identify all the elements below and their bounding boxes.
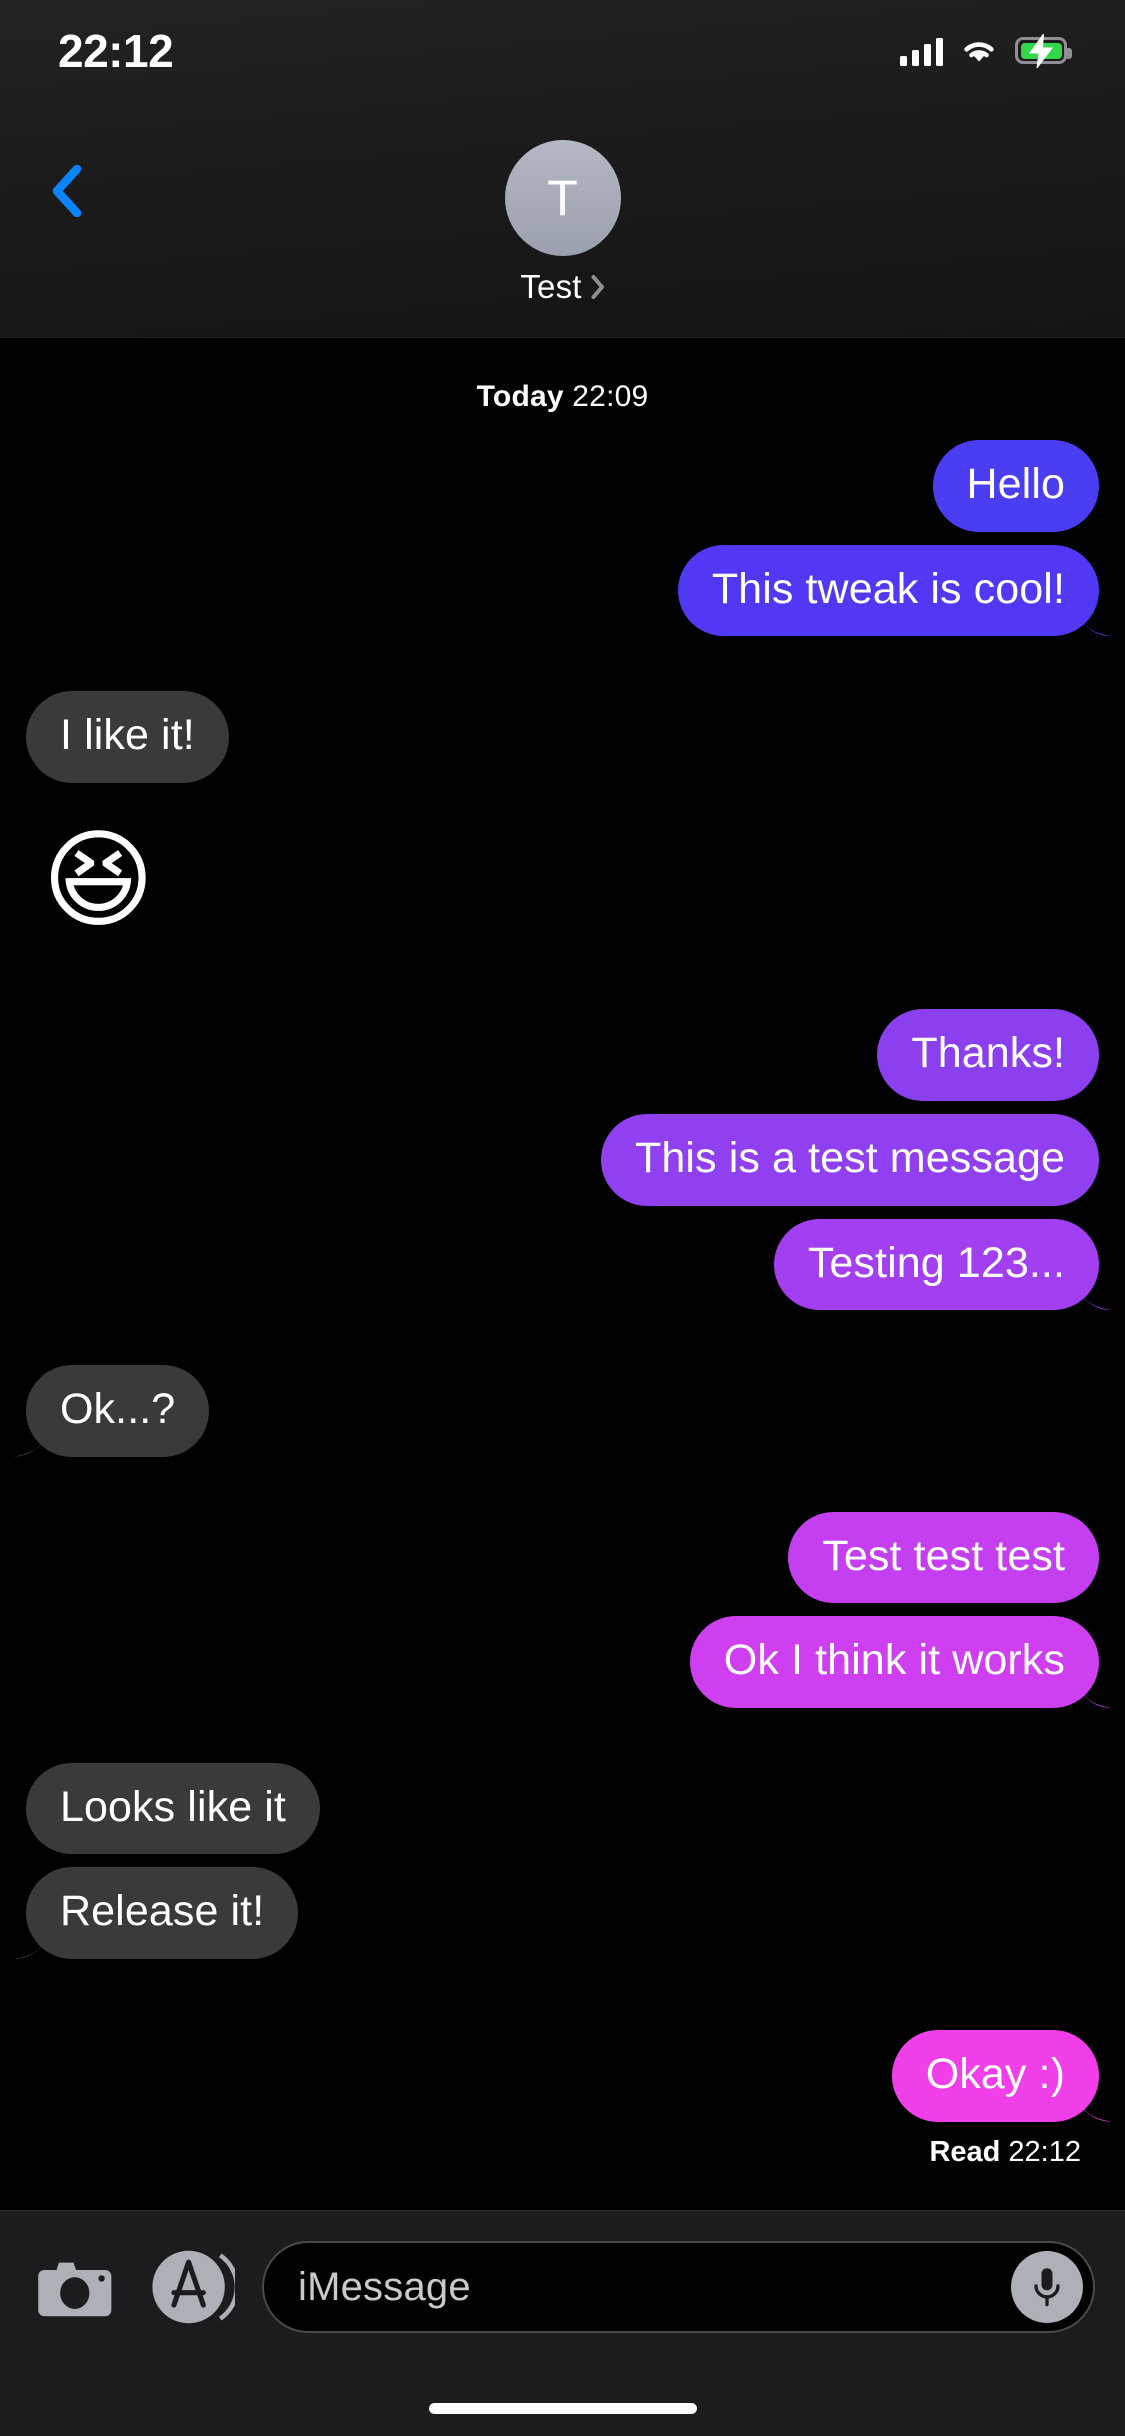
avatar-initial: T (547, 170, 578, 226)
status-indicators (899, 33, 1072, 68)
app-store-button[interactable] (146, 2241, 238, 2333)
day-label: Today (476, 380, 564, 413)
camera-button[interactable] (30, 2241, 122, 2333)
dictation-button[interactable] (1011, 2251, 1083, 2323)
emoji-message[interactable]: 😆 (42, 821, 155, 939)
message-row: I like it! (26, 691, 1099, 783)
message-row: Testing 123... (26, 1218, 1099, 1311)
status-time: 22:12 (58, 24, 174, 77)
cellular-bars-icon (899, 36, 943, 66)
read-receipt-label: Read (929, 2135, 1001, 2168)
message-row: Hello (26, 440, 1099, 532)
day-separator: Today 22:09 (26, 380, 1099, 414)
home-indicator (428, 2403, 697, 2414)
message-input-field[interactable]: iMessage (262, 2241, 1095, 2333)
message-bubble-sent[interactable]: Hello (932, 440, 1099, 532)
message-bubble-received[interactable]: Ok...? (26, 1365, 210, 1457)
chevron-right-icon (591, 275, 604, 299)
message-row: Ok...? (26, 1365, 1099, 1457)
wifi-icon (960, 37, 998, 65)
camera-icon (38, 2262, 112, 2317)
message-bubble-sent[interactable]: Ok I think it works (689, 1616, 1099, 1708)
message-bubble-received[interactable]: Release it! (26, 1867, 299, 1959)
message-row: This is a test message (26, 1113, 1099, 1206)
message-bubble-sent[interactable]: Thanks! (877, 1009, 1099, 1101)
contact-header[interactable]: T Test (0, 140, 1125, 306)
message-bubble-sent[interactable]: This tweak is cool! (677, 544, 1099, 637)
message-row: Test test test (26, 1511, 1099, 1604)
read-receipt: Read 22:12 (26, 2136, 1099, 2169)
message-bubble-sent[interactable]: Okay :) (891, 2029, 1099, 2122)
message-bubble-sent[interactable]: This is a test message (601, 1113, 1099, 1206)
app-store-icon (152, 2250, 235, 2324)
contact-name: Test (520, 268, 582, 305)
message-bubble-received[interactable]: I like it! (26, 691, 229, 783)
message-row: 😆 (26, 821, 1099, 939)
message-input-placeholder: iMessage (298, 2264, 471, 2309)
contact-name-row[interactable]: Test (520, 268, 604, 306)
avatar: T (504, 140, 621, 256)
battery-charging-icon (1015, 33, 1072, 68)
message-row: Release it! (26, 1867, 1099, 1959)
message-row: Looks like it (26, 1762, 1099, 1855)
message-bubble-received[interactable]: Looks like it (26, 1762, 320, 1855)
message-row: Thanks! (26, 1009, 1099, 1101)
message-row: Ok I think it works (26, 1616, 1099, 1708)
day-time: 22:09 (572, 380, 649, 413)
conversation-scroll[interactable]: Today 22:09 Hello This tweak is cool! I … (0, 338, 1125, 2210)
status-bar: 22:12 (0, 0, 1125, 95)
microphone-icon (1034, 2268, 1060, 2307)
message-bubble-sent[interactable]: Testing 123... (773, 1218, 1099, 1311)
message-row: This tweak is cool! (26, 544, 1099, 637)
message-bubble-sent[interactable]: Test test test (788, 1511, 1099, 1604)
read-receipt-time: 22:12 (1008, 2135, 1081, 2168)
message-row: Okay :) (26, 2029, 1099, 2122)
